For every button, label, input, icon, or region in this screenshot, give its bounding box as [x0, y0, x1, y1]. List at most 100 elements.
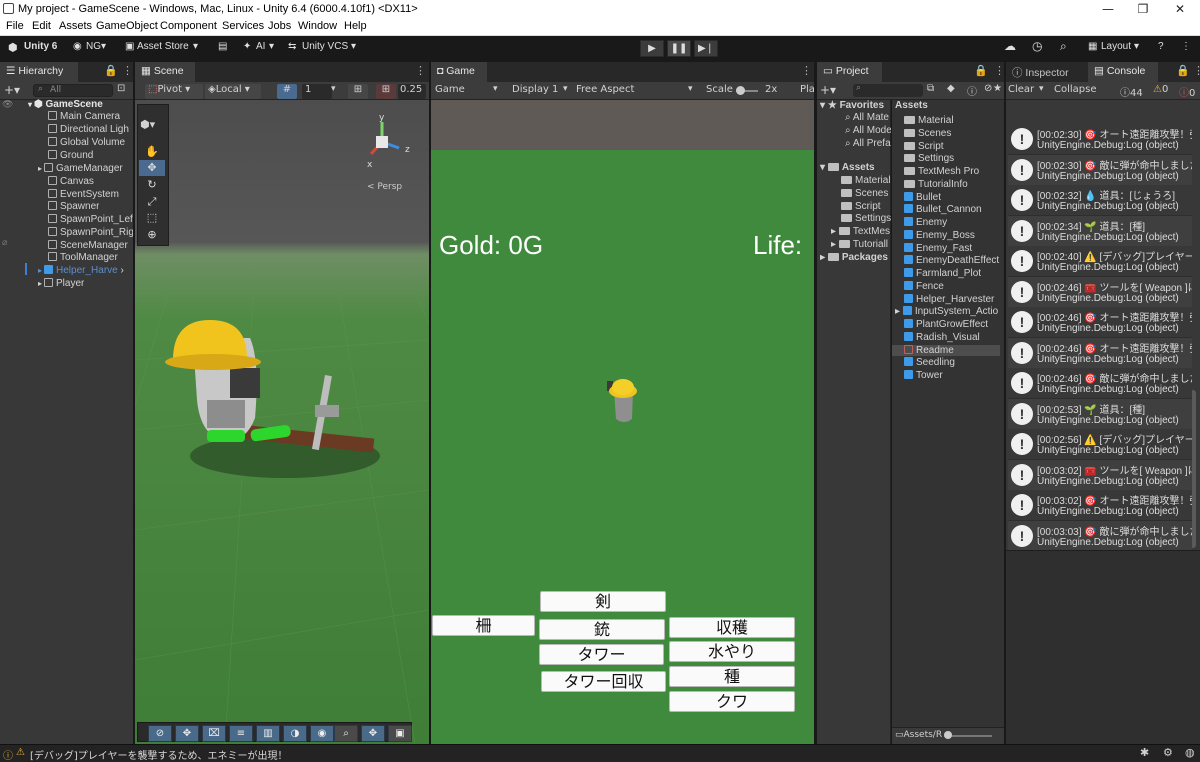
grid-toggle-icon[interactable]: #: [277, 84, 297, 99]
favorite-star-icon[interactable]: ★: [993, 83, 1002, 94]
asset-prefab-item[interactable]: Helper_Harvester: [904, 293, 1012, 305]
asset-prefab-item[interactable]: Seedling: [904, 357, 1012, 368]
compass-icon[interactable]: ⊘: [148, 725, 172, 742]
local-dropdown[interactable]: ◈Local ▾: [205, 84, 261, 99]
info-count-toggle[interactable]: ⓘ44: [1120, 84, 1143, 99]
snap-icon[interactable]: ⊞: [348, 84, 368, 99]
camera-icon[interactable]: ▣: [388, 725, 412, 742]
console-entry[interactable]: ! [00:02:56] ⚠️ [デバッグ]プレイヤーを襲UnityEngine.…: [1008, 429, 1192, 460]
sword-button[interactable]: 剣: [540, 591, 666, 612]
hidden-eye-icon[interactable]: ⌀: [2, 238, 7, 248]
add-icon[interactable]: +▾: [820, 83, 836, 97]
shading-icon[interactable]: ◑: [283, 725, 307, 742]
menu-assets[interactable]: Assets: [59, 20, 92, 32]
close-button[interactable]: ✕: [1165, 1, 1195, 17]
hierarchy-item[interactable]: EventSystem: [48, 189, 119, 200]
hierarchy-item[interactable]: Directional Ligh: [48, 124, 133, 135]
hierarchy-item[interactable]: SpawnPoint_Lef: [48, 214, 133, 225]
icon-size-handle[interactable]: [944, 731, 952, 739]
asset-store-button[interactable]: Asset Store: [137, 41, 189, 52]
notifications-icon[interactable]: ◍: [1185, 746, 1195, 759]
tab-hierarchy[interactable]: ☰ Hierarchy: [0, 62, 78, 82]
asset-folder[interactable]: Settings: [841, 213, 891, 224]
visibility-icon[interactable]: ◉: [310, 725, 334, 742]
asset-folder-item[interactable]: TutorialInfo: [904, 179, 968, 190]
asset-prefab-item[interactable]: Fence: [904, 280, 1012, 292]
asset-prefab-item[interactable]: PlantGrowEffect: [904, 319, 1012, 330]
console-entry[interactable]: ! [00:02:30] 🎯 敵に弾が命中しました UnityEngine.Debu…: [1008, 154, 1192, 186]
pause-button[interactable]: ❚❚: [667, 40, 691, 57]
grid-size-input[interactable]: 1: [302, 84, 332, 99]
console-entry[interactable]: ! [00:02:30] 🎯 オート遠距離攻撃！弾 UnityEngine.Debu…: [1008, 124, 1192, 155]
tower-button[interactable]: タワー: [539, 644, 664, 665]
tab-inspector[interactable]: ⓘ Inspector: [1006, 62, 1096, 82]
hierarchy-item[interactable]: SceneManager: [48, 240, 128, 251]
chevron-down-icon[interactable]: ▾: [331, 84, 336, 94]
menu-window[interactable]: Window: [298, 20, 337, 32]
asset-folder[interactable]: ▸ Tutoriall: [831, 239, 891, 250]
collapse-button[interactable]: Collapse: [1054, 84, 1097, 95]
hierarchy-item[interactable]: ▸ GameManager: [38, 163, 123, 174]
asset-folder-item[interactable]: Script: [904, 141, 944, 152]
display-dropdown[interactable]: Display 1: [512, 84, 558, 95]
favorite-item[interactable]: ⌕ All Mate: [845, 112, 891, 123]
asset-prefab-item[interactable]: Bullet_Cannon: [904, 204, 1012, 215]
projection-label[interactable]: < Persp: [367, 182, 402, 192]
asset-folder[interactable]: Scenes: [841, 188, 891, 199]
hoe-button[interactable]: クワ: [669, 691, 795, 712]
console-entry[interactable]: ! [00:03:02] 🎯 オート遠距離攻撃！弾 UnityEngine.Debu…: [1008, 490, 1192, 521]
status-message[interactable]: [デバッグ]プレイヤーを襲撃するため、エネミーが出現！: [30, 747, 288, 762]
debug-mode-icon[interactable]: ✱: [1140, 746, 1149, 759]
harvest-button[interactable]: 収穫: [669, 617, 795, 638]
tower-collect-button[interactable]: タワー回収: [541, 671, 666, 692]
asset-prefab-item[interactable]: Farmland_Plot: [904, 268, 1012, 279]
tab-project[interactable]: ▭ Project: [817, 62, 882, 82]
scale-tool-icon[interactable]: ⤢: [139, 194, 165, 210]
error-count-toggle[interactable]: ⓘ0: [1179, 84, 1195, 99]
panel-menu-icon[interactable]: ⋮: [415, 64, 426, 77]
console-entry[interactable]: ! [00:03:03] 🎯 敵に弾が命中しました UnityEngine.Debu…: [1008, 520, 1192, 552]
packages-section[interactable]: ▸ Packages: [820, 252, 888, 263]
move-icon[interactable]: ✥: [361, 725, 385, 742]
vcs-button[interactable]: Unity VCS: [302, 41, 348, 52]
console-entry[interactable]: ! [00:02:46] 🎯 敵に弾が命中しました UnityEngine.Debu…: [1008, 368, 1192, 399]
fence-button[interactable]: 柵: [432, 615, 535, 636]
console-entry[interactable]: ! [00:02:40] ⚠️ [デバッグ]プレイヤーを襲UnityEngine.…: [1008, 246, 1192, 277]
asset-prefab-item[interactable]: Enemy: [904, 217, 1012, 228]
panel-menu-icon[interactable]: ⋮: [994, 64, 1005, 77]
hierarchy-item[interactable]: Canvas: [48, 176, 94, 187]
play-focus-dropdown[interactable]: Pla: [800, 84, 815, 95]
water-button[interactable]: 水やり: [669, 641, 795, 662]
asset-prefab-item[interactable]: ▸ InputSystem_Actio: [895, 306, 1003, 317]
asset-prefab-item[interactable]: Enemy_Fast: [904, 242, 1012, 254]
tab-scene[interactable]: ▦ Scene: [135, 62, 195, 82]
snap-value-input[interactable]: 0.25: [398, 84, 426, 99]
scene-viewport[interactable]: ⬢▾ ✋ ✥ ↻ ⤢ ⬚ ⊕ y z x < Persp: [135, 100, 429, 744]
minimize-button[interactable]: —: [1093, 1, 1123, 17]
menu-jobs[interactable]: Jobs: [268, 20, 291, 32]
panel-menu-icon[interactable]: ⋮: [122, 64, 133, 77]
asset-folder-item[interactable]: Settings: [904, 153, 954, 164]
asset-folder[interactable]: Script: [841, 201, 891, 212]
pivot-dropdown[interactable]: ⬚Pivot ▾: [145, 84, 203, 99]
sliders-icon[interactable]: ≡: [229, 725, 253, 742]
search-icon[interactable]: ⌕: [1060, 39, 1067, 54]
tab-console[interactable]: ▤ Console: [1088, 62, 1158, 82]
asset-prefab-item[interactable]: Tower: [904, 370, 1012, 381]
move-icon[interactable]: ✥: [175, 725, 199, 742]
asset-prefab-item[interactable]: Readme: [892, 344, 1000, 356]
collider-icon[interactable]: ⌧: [202, 725, 226, 742]
rotate-tool-icon[interactable]: ↻: [139, 177, 165, 193]
chevron-down-icon[interactable]: ▾: [1039, 84, 1044, 94]
panel-menu-icon[interactable]: ⋮: [1193, 64, 1200, 77]
console-entry[interactable]: ! [00:02:46] 🧰 ツールを[ Weapon ]に UnityEngine…: [1008, 276, 1192, 308]
asset-folder-item[interactable]: Material: [904, 115, 954, 126]
hand-tool-icon[interactable]: ✋: [139, 144, 165, 160]
ai-button[interactable]: AI: [256, 41, 265, 52]
asset-prefab-item[interactable]: EnemyDeathEffect: [904, 255, 1012, 266]
account-dropdown[interactable]: NG: [86, 41, 101, 52]
view-mode-dropdown[interactable]: ⬢▾: [140, 118, 155, 131]
transform-tool-icon[interactable]: ⊕: [139, 227, 165, 243]
menu-edit[interactable]: Edit: [32, 20, 51, 32]
tab-game[interactable]: ◘ Game: [431, 62, 487, 82]
